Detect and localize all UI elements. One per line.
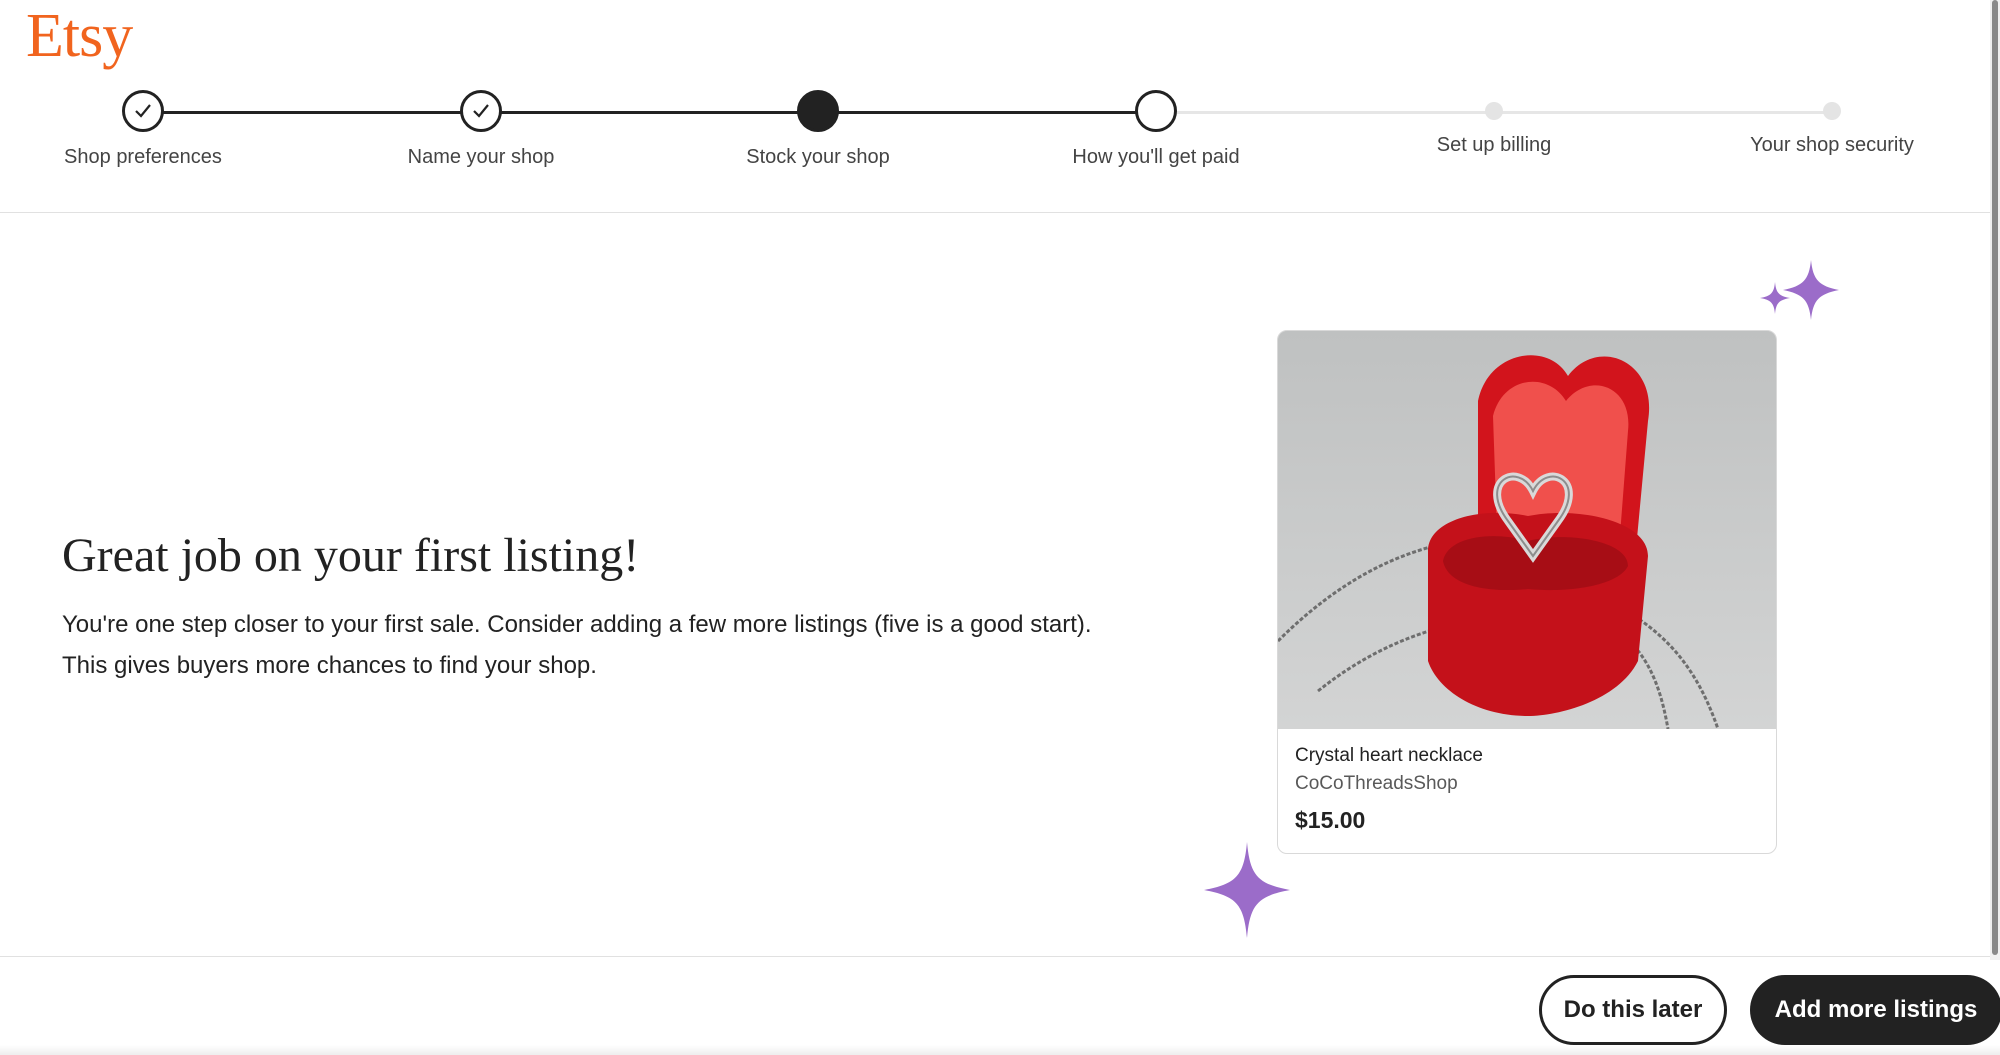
step-label: Name your shop (407, 146, 555, 168)
heart-necklace-in-red-box-image (1278, 331, 1776, 730)
scrollbar-thumb[interactable] (1992, 0, 1998, 955)
page-description: You're one step closer to your first sal… (62, 611, 1092, 679)
step-label: Your shop security (1750, 134, 1914, 156)
step-how-youll-get-paid: How you'll get paid (1026, 90, 1286, 169)
do-this-later-button[interactable]: Do this later (1539, 975, 1727, 1045)
listing-shop-name[interactable]: CoCoThreadsShop (1295, 773, 1458, 795)
checkmark-circle-icon (122, 90, 164, 132)
step-set-up-billing: Set up billing (1364, 90, 1624, 157)
step-name-your-shop: Name your shop (351, 90, 611, 169)
listing-price: $15.00 (1295, 807, 1366, 833)
page-headline: Great job on your first listing! (62, 529, 640, 582)
checkmark-circle-icon (460, 90, 502, 132)
header-divider (0, 212, 1990, 213)
step-label: Shop preferences (64, 146, 222, 168)
step-label: Stock your shop (746, 146, 890, 168)
step-label: Set up billing (1436, 134, 1552, 156)
empty-circle-icon (1135, 90, 1177, 132)
dot-icon (1823, 102, 1841, 120)
step-your-shop-security: Your shop security (1702, 90, 1962, 157)
bottom-edge-shadow (0, 1045, 2000, 1055)
stepper-track-completed (143, 111, 1155, 114)
step-shop-preferences: Shop preferences (13, 90, 273, 169)
listing-title[interactable]: Crystal heart necklace (1295, 745, 1483, 767)
step-stock-your-shop: Stock your shop (688, 90, 948, 169)
listing-preview-card[interactable]: Crystal heart necklace CoCoThreadsShop $… (1277, 330, 1777, 854)
sparkle-icon (1760, 260, 1839, 320)
dot-icon (1485, 102, 1503, 120)
step-label: How you'll get paid (1072, 146, 1240, 168)
current-step-circle-icon (797, 90, 839, 132)
etsy-logo[interactable]: Etsy (26, 2, 133, 70)
sparkle-icon (1204, 842, 1290, 938)
add-more-listings-button[interactable]: Add more listings (1750, 975, 2000, 1045)
